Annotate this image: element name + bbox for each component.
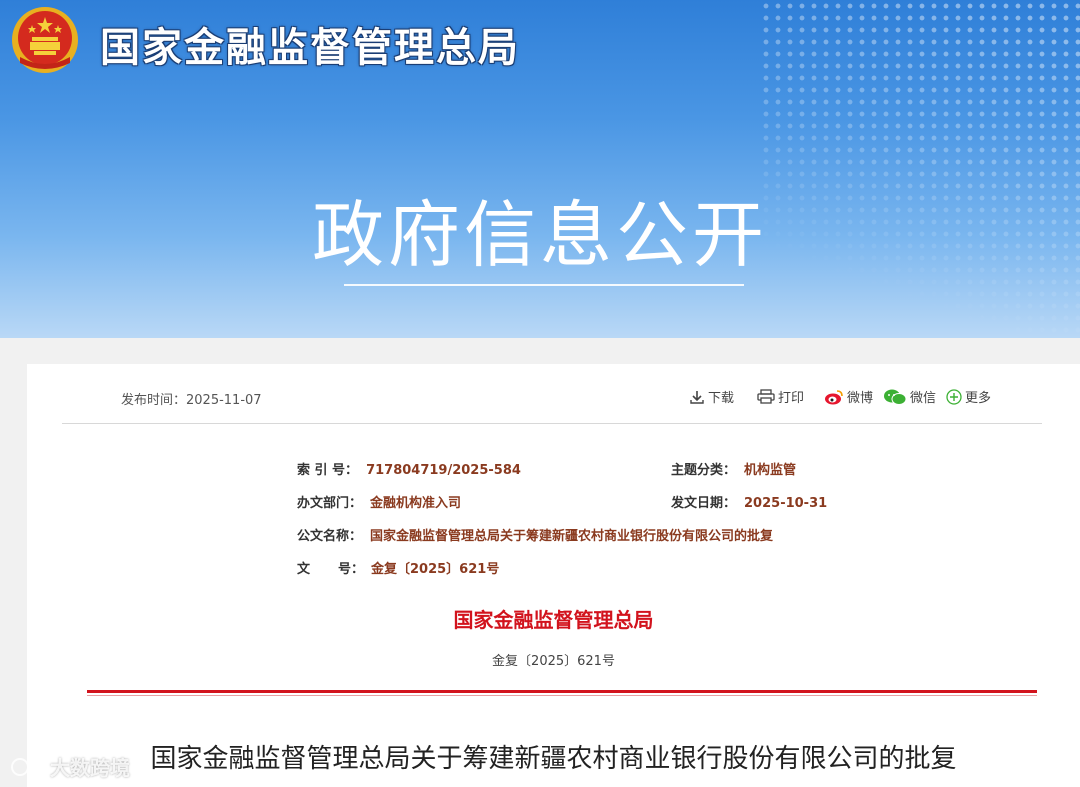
section-title: 政府信息公开: [311, 193, 768, 277]
wechat-label: 微信: [910, 391, 937, 406]
index-number-value: 717804719/2025-584: [366, 463, 521, 478]
issue-date-label: 发文日期：: [671, 496, 737, 511]
doc-number: 金复〔2025〕621号: [492, 654, 615, 669]
watermark: 大数跨境: [10, 752, 130, 781]
download-button[interactable]: 下载: [689, 387, 734, 406]
more-label: 更多: [965, 391, 992, 406]
department-row: 办文部门： 金融机构准入司: [297, 492, 461, 511]
document-number-label-b: 号：: [338, 562, 365, 577]
document-number-label-a: 文: [297, 562, 311, 577]
document-name-label: 公文名称：: [297, 529, 363, 544]
index-number-row: 索 引 号： 717804719/2025-584: [297, 459, 521, 478]
header-banner: 国家金融监督管理总局 政府信息公开: [0, 0, 1080, 338]
publish-date: 2025-11-07: [186, 393, 262, 408]
issue-date-value: 2025-10-31: [744, 496, 828, 511]
wechat-share-button[interactable]: 微信: [883, 387, 936, 406]
department-label: 办文部门：: [297, 496, 363, 511]
document-number-value: 金复〔2025〕621号: [371, 562, 500, 577]
index-number-label: 索 引 号：: [297, 463, 359, 478]
watermark-logo-icon: [11, 757, 48, 776]
document-name-value: 国家金融监督管理总局关于筹建新疆农村商业银行股份有限公司的批复: [370, 529, 774, 544]
more-share-button[interactable]: 更多: [946, 387, 991, 406]
watermark-text: 大数跨境: [50, 756, 130, 780]
document-number-row: 文 号： 金复〔2025〕621号: [297, 558, 499, 577]
red-divider: [87, 690, 1037, 693]
document-name-row: 公文名称： 国家金融监督管理总局关于筹建新疆农村商业银行股份有限公司的批复: [297, 525, 773, 544]
wechat-icon: [884, 389, 907, 405]
download-icon: [690, 390, 704, 404]
banner-dot-pattern: [760, 0, 1080, 338]
title-underline: [344, 284, 744, 286]
weibo-label: 微博: [847, 391, 874, 406]
topic-value: 机构监管: [744, 463, 797, 478]
print-label: 打印: [778, 391, 805, 406]
publish-time: 发布时间：2025-11-07: [121, 389, 262, 408]
document-number-label: 文 号：: [297, 558, 365, 577]
weibo-share-button[interactable]: 微博: [824, 387, 873, 406]
print-button[interactable]: 打印: [757, 387, 804, 406]
issue-date-row: 发文日期： 2025-10-31: [671, 492, 827, 511]
national-emblem-icon: [12, 7, 78, 73]
publish-label: 发布时间：: [121, 393, 187, 408]
article-title: 国家金融监督管理总局关于筹建新疆农村商业银行股份有限公司的批复: [150, 744, 957, 774]
plus-circle-icon: [946, 388, 962, 405]
topic-row: 主题分类： 机构监管: [671, 459, 796, 478]
download-label: 下载: [708, 391, 735, 406]
red-divider-thin: [87, 695, 1037, 696]
weibo-icon: [825, 389, 843, 404]
topic-label: 主题分类：: [671, 463, 737, 478]
printer-icon: [757, 389, 775, 404]
site-title[interactable]: 国家金融监督管理总局: [100, 15, 520, 73]
issuer-heading: 国家金融监督管理总局: [453, 608, 654, 632]
toolbar-divider: [62, 423, 1042, 424]
department-value: 金融机构准入司: [370, 496, 462, 511]
content-card: 发布时间：2025-11-07 下载 打印 微博 微信 更多 索 引 号： 717…: [27, 364, 1080, 787]
